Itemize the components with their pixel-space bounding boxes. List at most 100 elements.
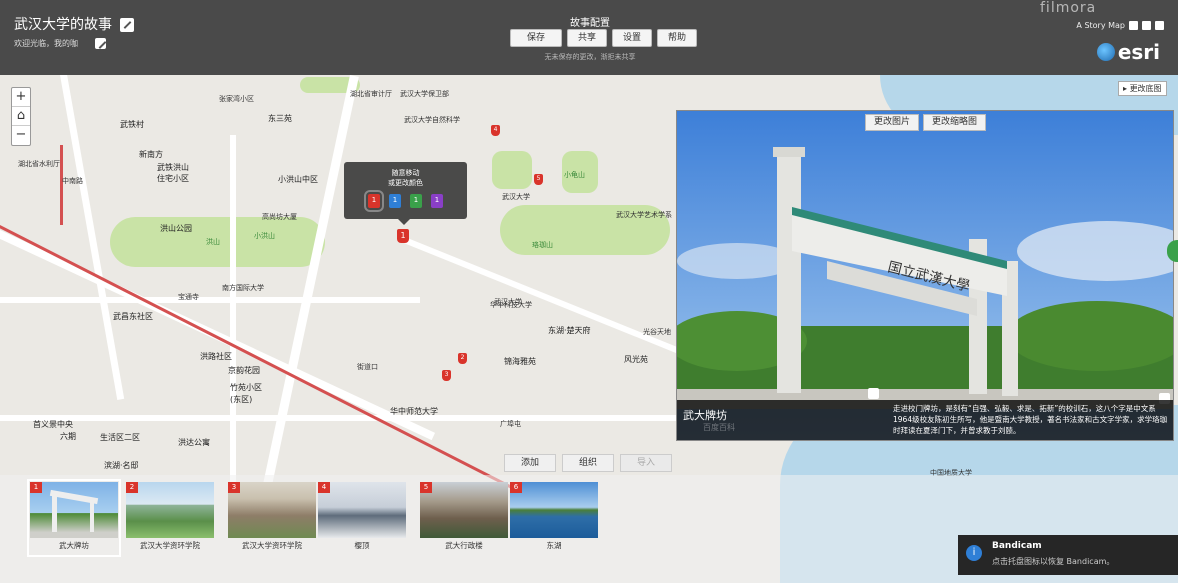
map-label: 首义景中央 [33, 420, 73, 429]
caption-title[interactable]: 武大牌坊 [683, 407, 727, 423]
media-panel: 国立武漢大學 更改图片 更改缩略图 武大牌坊 百度百科 走进校门牌坊，是刻有“自… [676, 110, 1174, 441]
map-label: 小洪山 [254, 232, 275, 240]
map-pin[interactable]: 4 [491, 125, 500, 136]
item-number: 2 [126, 482, 138, 493]
map-label: 武汉大学 [502, 193, 530, 201]
popup-line-1: 随意移动 [391, 169, 420, 177]
carousel-item[interactable]: 6 东湖 [510, 482, 598, 554]
map-pin-selected[interactable]: 1 [397, 229, 409, 243]
map-label: 住宅小区 [157, 174, 189, 183]
import-button[interactable]: 导入 [620, 454, 672, 472]
story-subtitle-text: 欢迎光临，我的咖 [14, 39, 78, 48]
map-pin[interactable]: 2 [458, 353, 467, 364]
purple-pin-option[interactable]: 1 [431, 194, 443, 208]
edit-pencil-icon[interactable] [868, 388, 879, 399]
zoom-control: + ⌂ − [11, 87, 31, 146]
caption-bar: 武大牌坊 百度百科 走进校门牌坊，是刻有“自强、弘毅、求是、拓新”的校训石，这八… [677, 400, 1173, 440]
help-button[interactable]: 帮助 [657, 29, 698, 47]
map-label: 武铁村 [120, 120, 144, 129]
map-label: 东湖·楚天府 [548, 326, 591, 335]
pin-edit-popup: 随意移动 或更改颜色 1 1 1 1 [344, 162, 467, 225]
map-label: 湖北省水利厅 [18, 160, 60, 168]
carousel-item[interactable]: 3 武汉大学资环学院 [228, 482, 316, 554]
carousel-item[interactable]: 5 武大行政楼 [420, 482, 508, 554]
road [0, 415, 680, 421]
carousel-item[interactable]: 2 武汉大学资环学院 [126, 482, 214, 554]
change-basemap-button[interactable]: ▸ 更改底图 [1118, 81, 1167, 96]
facebook-icon[interactable] [1129, 21, 1138, 30]
story-title[interactable]: 武汉大学的故事 [14, 14, 135, 34]
green-pin-option[interactable]: 1 [410, 194, 422, 208]
pin-color-picker: 1 1 1 1 [344, 190, 467, 212]
share-button[interactable]: 共享 [567, 29, 608, 47]
info-icon: i [966, 545, 982, 561]
add-button[interactable]: 添加 [504, 454, 556, 472]
map-label: 广埠屯 [500, 420, 521, 428]
save-status: 无未保存的更改，渐拒未共享 [544, 53, 636, 61]
map-label: 武汉大学 [494, 298, 522, 306]
thumbnail-image [510, 482, 598, 538]
map-label: 六期 [60, 432, 76, 441]
change-thumbnail-button[interactable]: 更改缩略图 [923, 114, 987, 131]
caption-description[interactable]: 走进校门牌坊，是刻有“自强、弘毅、求是、拓新”的校训石，这八个字是中文系1964… [893, 403, 1169, 436]
carousel-toolbar: 添加 组织 导入 [504, 454, 672, 472]
map-label: 生活区二区 [100, 433, 140, 442]
map-label: 新南方 [139, 150, 163, 159]
thumbnail-image [420, 482, 508, 538]
map-label: 华中师范大学 [390, 407, 438, 416]
map-label: 武汉大学自然科学 [404, 116, 460, 124]
thumbnail-image [30, 482, 118, 538]
map-label: 中南路 [62, 177, 83, 185]
map-label: 锦海雅苑 [504, 357, 536, 366]
red-pin-option[interactable]: 1 [364, 190, 384, 212]
map-label: 风光苑 [624, 355, 648, 364]
story-subtitle[interactable]: 欢迎光临，我的咖 [14, 38, 106, 49]
map-label: 珞珈山 [532, 241, 553, 249]
map-canvas[interactable]: 张家湾小区 湖北省审计厅 武汉大学保卫部 武铁村 东三苑 武汉大学自然科学 新南… [0, 75, 1178, 583]
story-title-text: 武汉大学的故事 [14, 17, 112, 33]
builder-toolbar: 保存 共享 设置 帮助 [510, 29, 698, 47]
home-button[interactable]: ⌂ [12, 107, 30, 126]
map-label: 湖北省审计厅 [350, 90, 392, 98]
item-label: 东湖 [546, 541, 562, 550]
map-pin[interactable]: 3 [442, 370, 451, 381]
thumbnail-image [126, 482, 214, 538]
carousel-item[interactable]: 4 樱顶 [318, 482, 406, 554]
edit-pencil-icon[interactable] [120, 18, 135, 32]
photo-watermark: 百度百科 [703, 423, 735, 432]
notification-message: 点击托盘图标以恢复 Bandicam。 [992, 557, 1115, 566]
blue-pin-option[interactable]: 1 [389, 194, 401, 208]
save-button[interactable]: 保存 [510, 29, 562, 47]
media-toolbar: 更改图片 更改缩略图 [865, 114, 987, 131]
esri-logo: esri [1096, 40, 1160, 64]
map-label: 小龟山 [564, 171, 585, 179]
popup-line-2: 或更改颜色 [388, 179, 423, 187]
item-number: 1 [30, 482, 42, 493]
side-tab-handle[interactable] [1167, 240, 1178, 262]
carousel-item[interactable]: 1 武大牌坊 [27, 479, 121, 557]
map-label: 武铁洪山 [157, 163, 189, 172]
zoom-in-button[interactable]: + [12, 88, 30, 107]
twitter-icon[interactable] [1142, 21, 1151, 30]
item-label: 樱顶 [354, 541, 370, 550]
map-label: 南方国际大学 [222, 284, 264, 292]
bandicam-notification[interactable]: i Bandicam 点击托盘图标以恢复 Bandicam。 [958, 535, 1178, 575]
map-pin[interactable]: 5 [534, 174, 543, 185]
map-label: 光谷天地 [643, 328, 671, 336]
map-label: 东三苑 [268, 114, 292, 123]
app-header: 武汉大学的故事 欢迎光临，我的咖 故事配置 保存 共享 设置 帮助 无未保存的更… [0, 0, 1178, 75]
change-basemap-label: 更改底图 [1129, 84, 1162, 93]
zoom-out-button[interactable]: − [12, 126, 30, 145]
notification-title: Bandicam [992, 541, 1042, 551]
builder-title: 故事配置 [570, 18, 610, 29]
settings-button[interactable]: 设置 [612, 29, 653, 47]
change-image-button[interactable]: 更改图片 [865, 114, 920, 131]
link-icon[interactable] [1155, 21, 1164, 30]
map-label: 洪达公寓 [178, 438, 210, 447]
map-label: 武汉大学保卫部 [400, 90, 449, 98]
map-label: 街道口 [357, 363, 378, 371]
thumbnail-image [228, 482, 316, 538]
edit-pencil-icon[interactable] [94, 38, 106, 49]
organize-button[interactable]: 组织 [562, 454, 614, 472]
map-label: 洪山公园 [160, 224, 192, 233]
